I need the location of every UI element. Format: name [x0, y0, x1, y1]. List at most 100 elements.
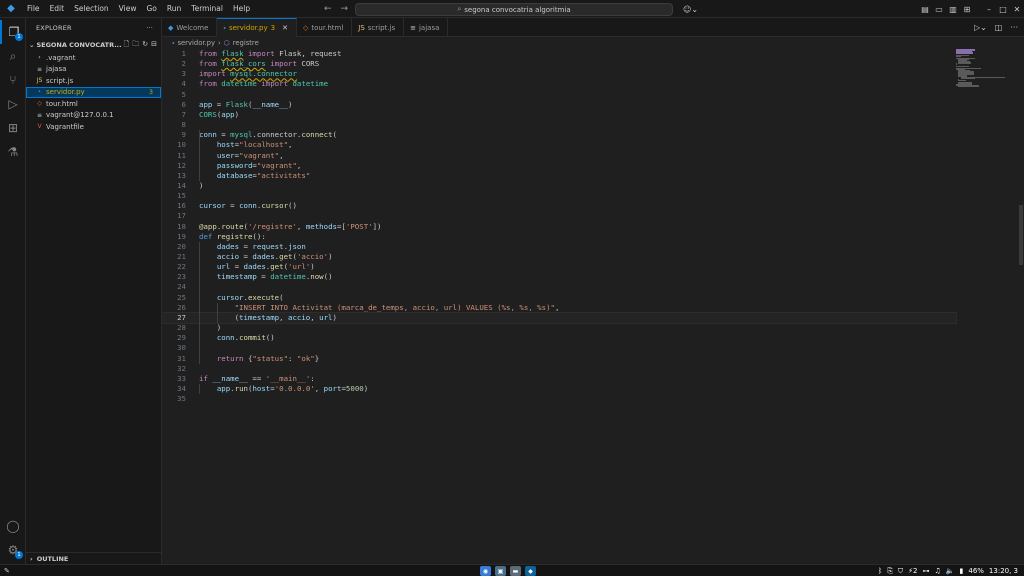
code-line[interactable]: 8	[162, 120, 956, 130]
collapse-all-icon[interactable]: ⊟	[151, 40, 157, 51]
breadcrumb-file[interactable]: servidor.py	[177, 39, 215, 47]
bluetooth-icon[interactable]: ᛒ	[878, 567, 882, 575]
browser-app-icon[interactable]: ◉	[480, 566, 491, 576]
search-view-icon[interactable]: ⌕	[0, 44, 26, 68]
explorer-icon[interactable]: ❐ 1	[0, 20, 26, 44]
code-editor[interactable]: 1 from flask import Flask, request 2 from f…	[161, 49, 957, 564]
code-line[interactable]: 22 url = dades.get('url')	[162, 262, 956, 272]
volume-icon[interactable]: 🔈	[946, 567, 955, 575]
minimize-icon[interactable]: –	[982, 5, 996, 14]
code-line[interactable]: 9 conn = mysql.connector.connect(	[162, 130, 956, 140]
code-line[interactable]: 28 )	[162, 323, 956, 333]
tab-jajasa[interactable]: ≡ jajasa	[404, 18, 449, 37]
brush-icon[interactable]: ✎	[4, 567, 10, 575]
code-line[interactable]: 11 user="vagrant",	[162, 151, 956, 161]
toggle-primary-sidebar-icon[interactable]: ▤	[918, 5, 932, 14]
editor-scrollbar[interactable]	[1018, 49, 1024, 564]
code-line[interactable]: 6 app = Flask(__name__)	[162, 100, 956, 110]
code-line[interactable]: 12 password="vagrant",	[162, 161, 956, 171]
settings-gear-icon[interactable]: ⚙ 1	[0, 538, 26, 562]
menu-run[interactable]: Run	[162, 0, 186, 18]
code-line[interactable]: 13 database="activitats"	[162, 171, 956, 181]
code-line[interactable]: 14)	[162, 181, 956, 191]
source-control-icon[interactable]: ⑂	[0, 68, 26, 92]
code-line[interactable]: 2 from flask_cors import CORS	[162, 59, 956, 69]
code-line[interactable]: 4 from datetime import datetime	[162, 79, 956, 89]
files-app-icon[interactable]: ▬	[510, 566, 521, 576]
tab-script-js[interactable]: JS script.js	[352, 18, 405, 37]
battery-icon[interactable]: ▮	[960, 567, 964, 575]
command-center-search[interactable]: ⌕ segona convocatria algoritmia	[355, 3, 673, 16]
more-actions-icon[interactable]: ···	[146, 24, 153, 32]
tab-servidor-py[interactable]: ⬩ servidor.py 3 ✕	[217, 18, 297, 37]
shield-icon[interactable]: ⛉	[898, 567, 903, 576]
file-item[interactable]: JS script.js	[26, 75, 161, 87]
tab-tour-html[interactable]: ◇ tour.html	[297, 18, 353, 37]
scrollbar-thumb[interactable]	[1019, 205, 1023, 265]
code-line[interactable]: 32	[162, 364, 956, 374]
code-line[interactable]: 18 @app.route('/registre', methods=['POST…	[162, 222, 956, 232]
vscode-app-icon[interactable]: ◆	[525, 566, 536, 576]
menu-selection[interactable]: Selection	[69, 0, 114, 18]
code-line[interactable]: 25 cursor.execute(	[162, 293, 956, 303]
forward-arrow-icon[interactable]: →	[341, 4, 349, 14]
toggle-panel-icon[interactable]: ▭	[932, 5, 946, 14]
code-line[interactable]: 34 app.run(host='0.0.0.0', port=5000)	[162, 384, 956, 394]
code-line[interactable]: 3 import mysql.connector	[162, 69, 956, 79]
new-file-icon[interactable]: 🗋	[124, 40, 130, 51]
menu-terminal[interactable]: Terminal	[186, 0, 228, 18]
code-line[interactable]: 16 cursor = conn.cursor()	[162, 201, 956, 211]
code-line[interactable]: 33 if __name__ == '__main__':	[162, 374, 956, 384]
extensions-icon[interactable]: ⊞	[0, 116, 26, 140]
code-line[interactable]: 17	[162, 211, 956, 221]
file-item[interactable]: ≡ vagrant@127.0.0.1	[26, 110, 161, 122]
menu-edit[interactable]: Edit	[45, 0, 70, 18]
store-app-icon[interactable]: ▣	[495, 566, 506, 576]
workspace-folder[interactable]: ⌄ SEGONA CONVOCATR... 🗋 🗀 ↻ ⊟	[26, 38, 161, 52]
file-item[interactable]: › .vagrant	[26, 52, 161, 64]
file-item[interactable]: V Vagrantfile	[26, 121, 161, 133]
split-editor-icon[interactable]: ◫	[995, 23, 1003, 32]
network-icon[interactable]: ⚡2	[908, 567, 917, 575]
clipboard-icon[interactable]: ⎘	[887, 567, 893, 576]
code-line[interactable]: 23 timestamp = datetime.now()	[162, 272, 956, 282]
code-line[interactable]: 30	[162, 343, 956, 353]
code-line[interactable]: 35	[162, 394, 956, 404]
run-python-icon[interactable]: ▷⌄	[974, 23, 987, 32]
toggle-secondary-sidebar-icon[interactable]: ▥	[946, 5, 960, 14]
file-item[interactable]: ⬩ servidor.py 3	[26, 86, 161, 98]
outline-section[interactable]: › OUTLINE	[26, 552, 161, 564]
clock[interactable]: 13:20, 3	[989, 567, 1018, 575]
more-actions-icon[interactable]: ···	[1010, 23, 1018, 32]
refresh-icon[interactable]: ↻	[142, 40, 148, 51]
close-icon[interactable]: ✕	[282, 24, 288, 32]
menu-help[interactable]: Help	[228, 0, 255, 18]
file-item[interactable]: ◇ tour.html	[26, 98, 161, 110]
code-line[interactable]: 21 accio = dades.get('accio')	[162, 252, 956, 262]
accounts-icon[interactable]: ◯	[0, 514, 26, 538]
code-line[interactable]: 20 dades = request.json	[162, 242, 956, 252]
back-arrow-icon[interactable]: ←	[324, 4, 332, 14]
code-line[interactable]: 29 conn.commit()	[162, 333, 956, 343]
music-icon[interactable]: ♫	[935, 567, 941, 575]
file-item[interactable]: ≡ jajasa	[26, 64, 161, 76]
menu-go[interactable]: Go	[141, 0, 161, 18]
minimap[interactable]	[956, 49, 1016, 89]
code-line[interactable]: 15	[162, 191, 956, 201]
code-line[interactable]: 26 "INSERT INTO Activitat (marca_de_temp…	[162, 303, 956, 313]
code-line[interactable]: 1 from flask import Flask, request	[162, 49, 956, 59]
menu-view[interactable]: View	[114, 0, 142, 18]
lan-icon[interactable]: ⊶	[923, 567, 930, 575]
code-line[interactable]: 24	[162, 282, 956, 292]
breadcrumb-symbol[interactable]: registre	[233, 39, 259, 47]
new-folder-icon[interactable]: 🗀	[132, 40, 139, 51]
maximize-icon[interactable]: □	[996, 5, 1010, 14]
customize-layout-icon[interactable]: ⊞	[960, 5, 974, 14]
run-debug-icon[interactable]: ▷	[0, 92, 26, 116]
copilot-icon[interactable]: ☺⌄	[683, 2, 698, 16]
code-line[interactable]: 19 def registre():	[162, 232, 956, 242]
code-line[interactable]: 7 CORS(app)	[162, 110, 956, 120]
testing-icon[interactable]: ⚗	[0, 140, 26, 164]
menu-file[interactable]: File	[22, 0, 45, 18]
code-line[interactable]: 10 host="localhost",	[162, 140, 956, 150]
